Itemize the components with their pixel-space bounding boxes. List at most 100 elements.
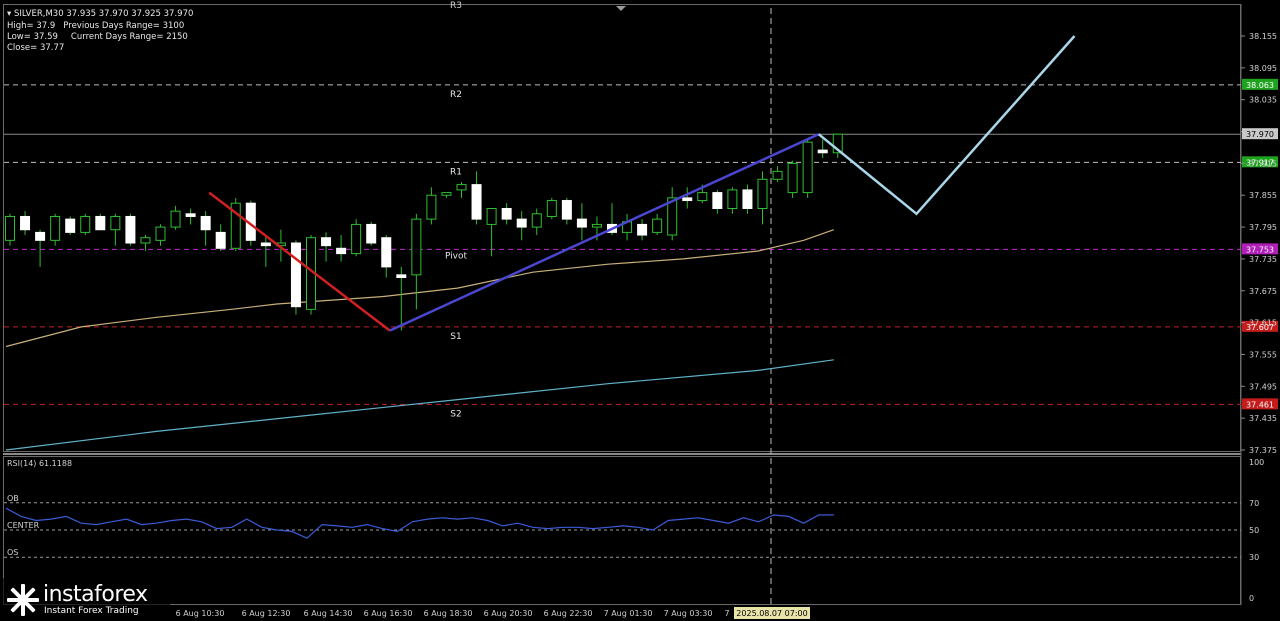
candle-body <box>501 208 512 220</box>
collapse-arrow-icon[interactable]: ▾ <box>7 9 14 19</box>
time-tick-label: 6 Aug 22:30 <box>544 609 593 618</box>
candle-body <box>531 213 542 228</box>
candle-body <box>95 215 106 231</box>
level-name-pivot: Pivot <box>445 251 468 261</box>
candle-body <box>260 242 271 247</box>
time-tick-label: 7 Aug 03:30 <box>664 609 713 618</box>
candle-body <box>80 215 91 233</box>
price-tick-label: 37.615 <box>1249 319 1277 328</box>
price-tick-label: 37.495 <box>1249 382 1277 391</box>
time-cursor-label: 2025.08.07 07:00 <box>736 609 807 618</box>
candle-body <box>546 200 557 217</box>
price-tick-label: 37.435 <box>1249 414 1277 423</box>
candle-body <box>682 197 693 202</box>
candle-body <box>351 223 362 255</box>
candle-body <box>321 237 332 247</box>
candle-body <box>772 170 783 180</box>
candle-body <box>576 218 587 228</box>
price-tick-label: 37.795 <box>1249 223 1277 232</box>
rsi-tick-label: 30 <box>1249 553 1259 562</box>
candle-body <box>486 208 497 225</box>
logo-wordmark: instaforex <box>43 582 148 607</box>
r3-label: R3 <box>450 1 462 11</box>
rsi-tick-label: 70 <box>1249 499 1259 508</box>
candle-body <box>35 231 46 241</box>
candle-body <box>65 218 76 233</box>
symbol-header: ▾ SILVER,M30 37.935 37.970 37.925 37.970 <box>7 9 193 20</box>
symbol-ohlc: SILVER,M30 37.935 37.970 37.925 37.970 <box>13 9 194 19</box>
close-value: Close= 37.77 <box>7 43 65 53</box>
level-name-s2: S2 <box>450 409 461 419</box>
candle-body <box>516 218 527 228</box>
price-tick-label: 37.915 <box>1249 159 1277 168</box>
candle-body <box>396 274 407 279</box>
candle-body <box>742 189 753 210</box>
candle-body <box>20 215 31 231</box>
level-name-r1: R1 <box>450 167 462 177</box>
candle-body <box>411 218 422 276</box>
rsi-title: RSI(14) 61.1188 <box>7 459 72 468</box>
rsi-level-label-center: CENTER <box>7 521 40 530</box>
candle-body <box>110 215 121 231</box>
rsi-level-label-os: OS <box>7 548 18 557</box>
price-tick-label: 37.375 <box>1249 446 1277 455</box>
high-value: High= 37.9 <box>7 21 56 31</box>
candle-body <box>456 184 467 191</box>
candle-body <box>591 223 602 228</box>
candle-body <box>652 218 663 233</box>
curr-range-value: Current Days Range= 2150 <box>70 32 188 42</box>
price-tick-label: 37.855 <box>1249 191 1277 200</box>
candle-body <box>200 215 211 231</box>
level-price-label-r2: 38.063 <box>1246 81 1274 90</box>
instaforex-logo-icon <box>7 584 39 616</box>
level-name-s1: S1 <box>450 332 461 342</box>
candle-body <box>140 237 151 244</box>
level-price-label-s2: 37.461 <box>1246 400 1274 409</box>
close-row: Close= 37.77 <box>7 43 64 54</box>
low-row: Low= 37.59 Current Days Range= 2150 <box>7 32 188 43</box>
chart-canvas: R3 R2 R1 Pivot S1 S2 RSI(14) 61.1188 OB CENTER… <box>0 0 1280 621</box>
candle-body <box>5 215 15 241</box>
rsi-tick-label: 50 <box>1249 526 1259 535</box>
current-price-label: 37.970 <box>1246 130 1274 139</box>
candle-body <box>712 192 723 209</box>
time-tick-label: 6 Aug 18:30 <box>424 609 473 618</box>
price-tick-label: 37.675 <box>1249 287 1277 296</box>
candle-body <box>290 242 301 308</box>
candle-body <box>185 213 196 217</box>
rsi-tick-label: 100 <box>1249 458 1264 467</box>
rsi-tick-label: 0 <box>1249 594 1254 603</box>
price-tick-label: 38.155 <box>1249 32 1277 41</box>
candle-body <box>50 215 61 241</box>
prev-range-value: Previous Days Range= 3100 <box>63 21 185 31</box>
price-tick-label: 38.095 <box>1249 64 1277 73</box>
candle-body <box>817 149 828 154</box>
level-name-r2: R2 <box>450 90 462 100</box>
low-value: Low= 37.59 <box>7 32 58 42</box>
time-tick-label: 6 Aug 20:30 <box>484 609 533 618</box>
candle-body <box>637 223 648 236</box>
time-tick-label: 7 Aug 01:30 <box>604 609 653 618</box>
candle-body <box>366 223 377 244</box>
candle-body <box>787 162 798 194</box>
candle-body <box>561 200 572 220</box>
level-price-label-pivot: 37.753 <box>1246 245 1274 254</box>
candle-body <box>125 215 136 244</box>
candle-body <box>426 194 437 220</box>
logo-tagline: Instant Forex Trading <box>44 606 139 616</box>
candle-body <box>155 226 166 241</box>
price-tick-label: 38.035 <box>1249 96 1277 105</box>
rsi-level-label-ob: OB <box>7 494 19 503</box>
candle-body <box>697 192 708 202</box>
candle-body <box>215 231 226 249</box>
candle-body <box>471 184 482 220</box>
price-tick-label: 37.555 <box>1249 350 1277 359</box>
candle-body <box>170 210 181 228</box>
high-row: High= 37.9 Previous Days Range= 3100 <box>7 21 184 32</box>
candle-body <box>336 247 347 255</box>
time-tick-label: 6 Aug 14:30 <box>304 609 353 618</box>
candle-body <box>381 237 392 268</box>
time-tick-label: 6 Aug 16:30 <box>364 609 413 618</box>
candle-body <box>757 178 768 210</box>
time-tick-label: 6 Aug 10:30 <box>176 609 225 618</box>
